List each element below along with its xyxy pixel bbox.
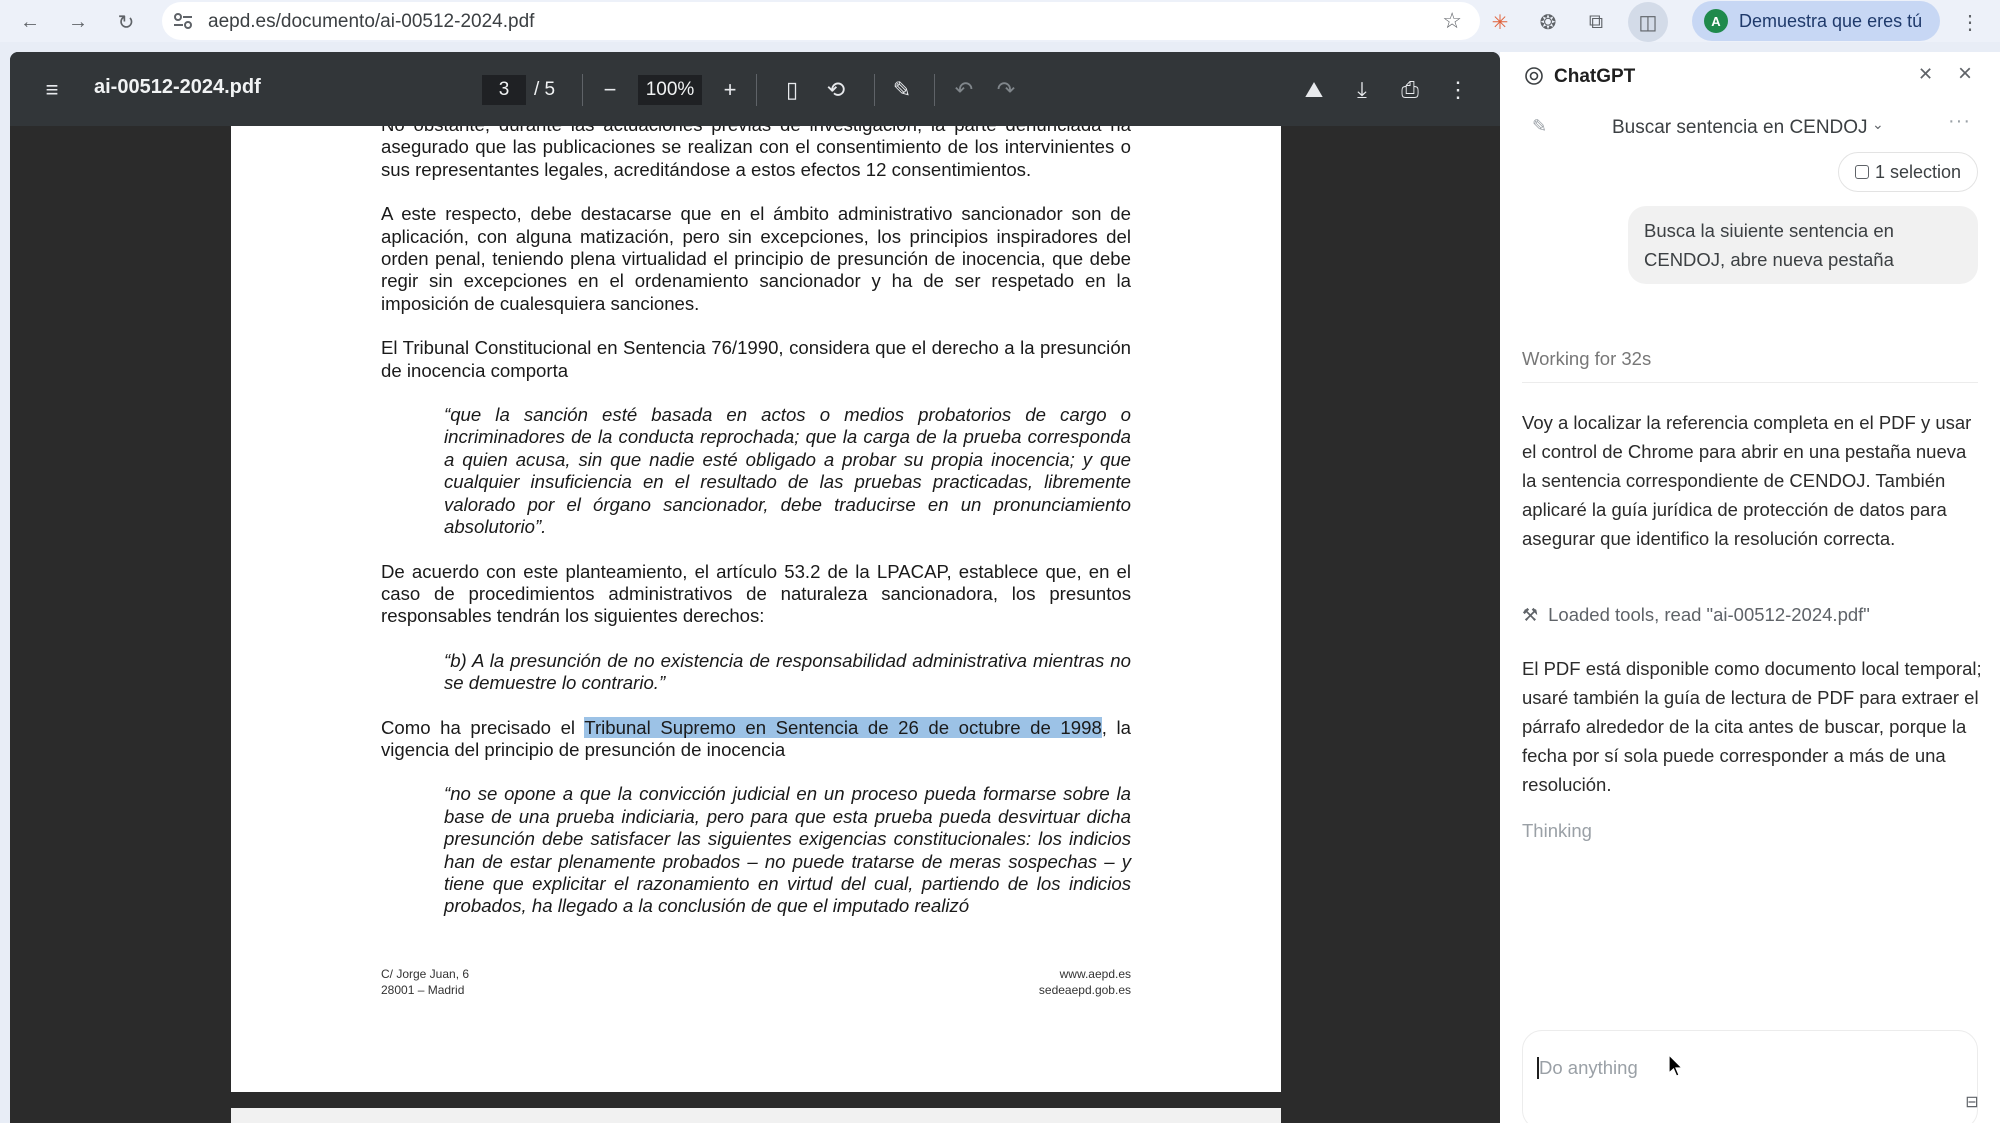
fit-page-icon[interactable]: ▯ <box>778 76 806 104</box>
user-message: Busca la siuiente sentencia en CENDOJ, a… <box>1628 206 1978 284</box>
pdf-toolbar: ≡ ai-00512-2024.pdf 3 / 5 − 100% + ▯ ⟲ ✎… <box>10 52 1500 126</box>
claude-extension-icon[interactable]: ✳ <box>1486 8 1514 36</box>
paragraph: A este respecto, debe destacarse que en … <box>381 203 1131 314</box>
chevron-down-icon[interactable]: ⌄ <box>1872 116 1884 133</box>
quote: “que la sanción esté basada en actos o m… <box>444 404 1131 538</box>
toolbar-divider <box>874 74 875 106</box>
unpin-icon[interactable]: ✕ <box>1918 64 1933 85</box>
redo-icon[interactable]: ↷ <box>992 76 1020 104</box>
download-icon[interactable]: ⤓ <box>1348 76 1376 104</box>
hamburger-menu-icon[interactable]: ≡ <box>38 76 66 104</box>
wrench-icon: ⚒ <box>1522 604 1539 625</box>
more-icon[interactable]: ··· <box>1948 110 1971 133</box>
url-text[interactable]: aepd.es/documento/ai-00512-2024.pdf <box>208 11 534 33</box>
annotate-pen-icon[interactable]: ✎ <box>888 76 916 104</box>
toolbar-divider <box>582 74 583 106</box>
mouse-pointer-icon <box>1668 1054 1684 1077</box>
quote: “no se opone a que la convicción judicia… <box>444 783 1131 917</box>
thinking-status: Thinking <box>1522 820 1592 841</box>
selection-chip-label: 1 selection <box>1874 161 1962 182</box>
back-icon[interactable]: ← <box>16 8 44 36</box>
profile-label: Demuestra que eres tú <box>1739 11 1923 31</box>
browser-toolbar: ← → ↻ aepd.es/documento/ai-00512-2024.pd… <box>0 0 2000 42</box>
working-status[interactable]: Working for 32s <box>1522 348 1651 370</box>
footer-line: C/ Jorge Juan, 6 <box>381 967 470 981</box>
assistant-message: El PDF está disponible como documento lo… <box>1522 658 1982 795</box>
conversation-title[interactable]: Buscar sentencia en CENDOJ <box>1612 117 1868 139</box>
text: Como ha precisado el <box>381 716 585 738</box>
zoom-in-icon[interactable]: + <box>716 76 744 104</box>
address-bar[interactable]: aepd.es/documento/ai-00512-2024.pdf ☆ <box>162 2 1480 40</box>
footer-line: www.aepd.es <box>1059 967 1131 981</box>
profile-button[interactable]: A Demuestra que eres tú <box>1692 1 1940 41</box>
panel-title: ChatGPT <box>1554 66 1636 87</box>
zoom-input[interactable]: 100% <box>638 75 702 105</box>
rotate-icon[interactable]: ⟲ <box>822 76 850 104</box>
close-icon[interactable]: × <box>1958 60 1972 88</box>
print-icon[interactable]: ⎙ <box>1396 76 1424 104</box>
save-to-drive-icon[interactable]: ⛰ <box>1300 76 1328 104</box>
quote: “b) A la presunción de no existencia de … <box>444 649 1131 694</box>
pdf-viewer: ≡ ai-00512-2024.pdf 3 / 5 − 100% + ▯ ⟲ ✎… <box>10 52 1500 1123</box>
pdf-next-page <box>231 1108 1281 1123</box>
page-footer-address: C/ Jorge Juan, 6 28001 – Madrid <box>381 966 469 998</box>
screenshot-tool-icon[interactable]: ⊟ <box>1958 1088 1986 1116</box>
forward-icon[interactable]: → <box>64 8 92 36</box>
bookmark-star-icon[interactable]: ☆ <box>1442 8 1462 34</box>
assistant-message: Voy a localizar la referencia completa e… <box>1522 412 1972 549</box>
undo-icon[interactable]: ↶ <box>950 76 978 104</box>
selection-icon <box>1854 165 1869 179</box>
paragraph: De acuerdo con este planteamiento, el ar… <box>381 560 1131 627</box>
highlighted-selection[interactable]: Tribunal Supremo en Sentencia de 26 de o… <box>584 716 1102 738</box>
more-options-icon[interactable]: ⋮ <box>1444 76 1472 104</box>
pdf-filename: ai-00512-2024.pdf <box>94 76 261 98</box>
toolbar-divider <box>756 74 757 106</box>
chatgpt-extension-icon[interactable]: ❂ <box>1534 8 1562 36</box>
page-total: / 5 <box>534 79 556 100</box>
composer-placeholder: Do anything <box>1539 1057 1638 1078</box>
site-info-icon[interactable] <box>172 11 194 31</box>
footer-line: sedeaepd.gob.es <box>1038 983 1131 997</box>
reload-icon[interactable]: ↻ <box>112 8 140 36</box>
paragraph-with-selection: Como ha precisado el Tribunal Supremo en… <box>381 716 1131 762</box>
divider <box>1522 382 1978 383</box>
zoom-out-icon[interactable]: − <box>596 76 624 104</box>
page-number-input[interactable]: 3 <box>482 75 526 105</box>
paragraph: El Tribunal Constitucional en Sentencia … <box>381 337 1131 381</box>
avatar: A <box>1704 9 1728 33</box>
composer-input[interactable]: Do anything <box>1522 1030 1978 1123</box>
page-footer-web: www.aepd.es sedeaepd.gob.es <box>1031 966 1131 998</box>
extensions-puzzle-icon[interactable]: ⧉ <box>1582 8 1610 36</box>
browser-menu-icon[interactable]: ⋮ <box>1956 8 1984 36</box>
selection-chip[interactable]: 1 selection <box>1838 152 1978 192</box>
new-chat-icon[interactable]: ✎ <box>1532 116 1547 137</box>
page-text: No obstante, durante las actuaciones pre… <box>381 126 1131 940</box>
tool-activity[interactable]: ⚒ Loaded tools, read "ai-00512-2024.pdf" <box>1522 604 1870 626</box>
pdf-page: No obstante, durante las actuaciones pre… <box>231 126 1281 1092</box>
paragraph: No obstante, durante las actuaciones pre… <box>381 126 1131 180</box>
tool-activity-label: Loaded tools, read "ai-00512-2024.pdf" <box>1548 604 1870 625</box>
chatgpt-logo-icon <box>1525 67 1543 85</box>
side-panel-icon[interactable]: ◫ <box>1628 2 1668 42</box>
toolbar-divider <box>934 74 935 106</box>
chatgpt-side-panel: ChatGPT ✕ × ✎ Buscar sentencia en CENDOJ… <box>1500 52 2000 1123</box>
footer-line: 28001 – Madrid <box>381 983 465 997</box>
